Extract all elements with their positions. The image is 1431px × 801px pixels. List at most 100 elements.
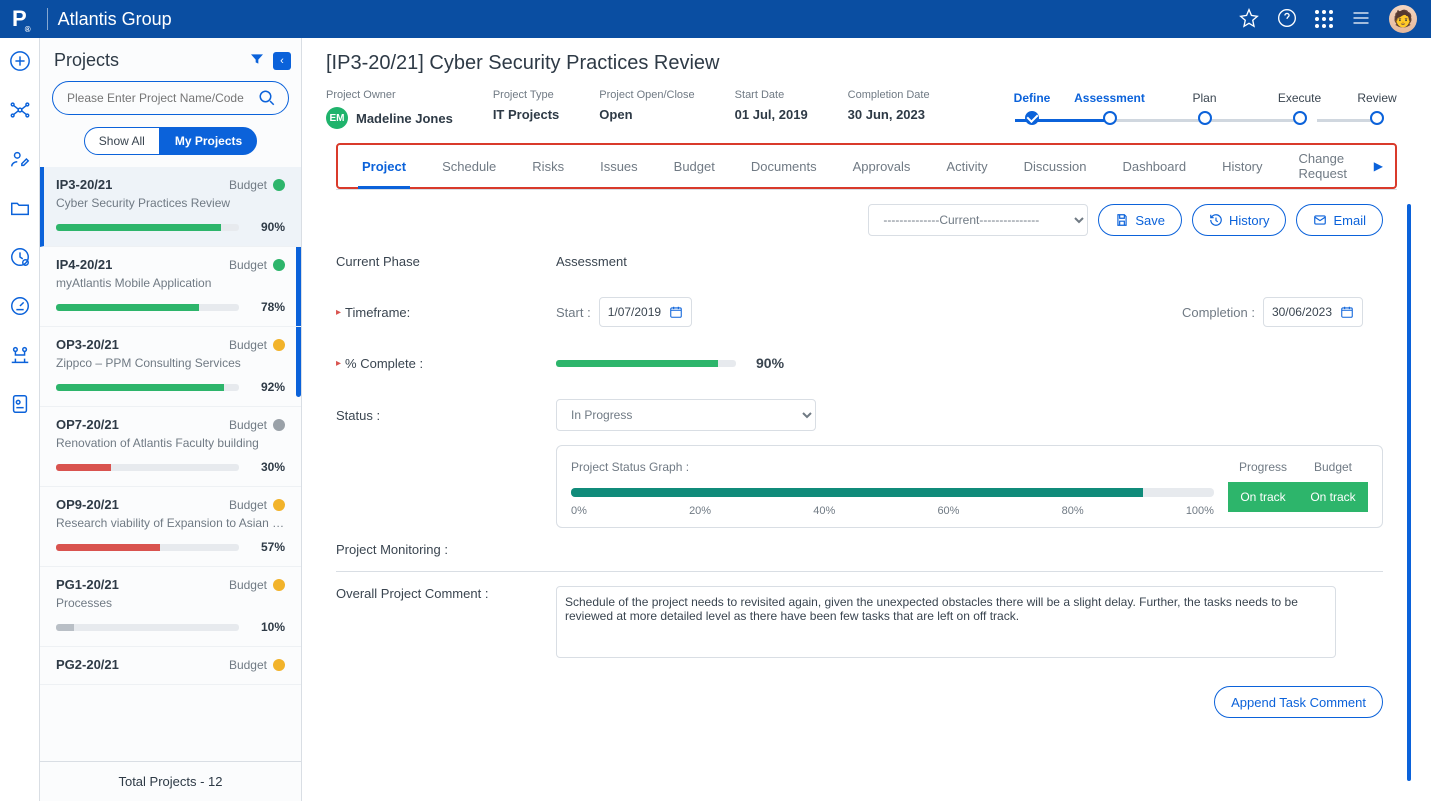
help-icon[interactable]	[1277, 8, 1297, 31]
budget-indicator: Budget	[229, 178, 285, 192]
status-label: Status :	[336, 408, 556, 423]
tenant-name: Atlantis Group	[58, 9, 172, 30]
tab-activity[interactable]: Activity	[928, 145, 1005, 187]
project-list-item[interactable]: OP3-20/21Budget Zippco – PPM Consulting …	[40, 327, 301, 407]
overall-comment-textarea[interactable]: Schedule of the project needs to revisit…	[556, 586, 1336, 658]
tab-dashboard[interactable]: Dashboard	[1104, 145, 1204, 187]
project-code: PG2-20/21	[56, 657, 119, 672]
sidebar: Projects ‹ Show All My Projects IP3-20/2…	[40, 38, 302, 801]
budget-indicator: Budget	[229, 498, 285, 512]
tab-change-request[interactable]: Change Request	[1281, 145, 1374, 187]
project-list-item[interactable]: OP9-20/21 Budget Research viability of Ex…	[40, 487, 301, 567]
tabs-scroll-right-icon[interactable]: ▶	[1374, 159, 1389, 173]
search-input[interactable]	[65, 90, 258, 106]
tab-approvals[interactable]: Approvals	[835, 145, 929, 187]
folder-icon[interactable]	[9, 197, 31, 222]
user-avatar[interactable]: 🧑	[1389, 5, 1417, 33]
tabs-highlight: ProjectScheduleRisksIssuesBudgetDocument…	[336, 143, 1397, 189]
status-graph: Project Status Graph : 0%20%40%60%80%100…	[556, 445, 1383, 528]
nav-rail	[0, 38, 40, 801]
project-monitoring-label: Project Monitoring :	[336, 542, 556, 557]
phase-stepper: DefineAssessmentPlanExecuteReview	[1002, 89, 1407, 125]
project-list-item[interactable]: PG2-20/21 Budget	[40, 647, 301, 685]
project-name: Processes	[56, 596, 285, 610]
progress-pct: 90%	[249, 220, 285, 234]
project-code: OP9-20/21	[56, 497, 119, 512]
doc-icon[interactable]	[9, 393, 31, 418]
project-list-item[interactable]: IP4-20/21Budget myAtlantis Mobile Applic…	[40, 247, 301, 327]
project-type: IT Projects	[493, 107, 559, 122]
tab-risks[interactable]: Risks	[514, 145, 582, 187]
project-list-item[interactable]: OP7-20/21Budget Renovation of Atlantis F…	[40, 407, 301, 487]
project-name: Research viability of Expansion to Asian…	[56, 516, 285, 530]
project-code: OP7-20/21	[56, 417, 119, 432]
org-icon[interactable]	[9, 344, 31, 369]
content-toolbar: --------------Current--------------- Sav…	[336, 204, 1383, 236]
owner-label: Project Owner	[326, 89, 453, 101]
progress-pct: 10%	[249, 620, 285, 634]
add-icon[interactable]	[9, 50, 31, 75]
tab-discussion[interactable]: Discussion	[1006, 145, 1105, 187]
clock-money-icon[interactable]	[9, 246, 31, 271]
main-panel: [IP3-20/21] Cyber Security Practices Rev…	[302, 38, 1431, 801]
menu-icon[interactable]	[1351, 8, 1371, 31]
progress-bar	[56, 224, 239, 231]
project-list-item[interactable]: IP3-20/21 Budget Cyber Security Practices…	[40, 167, 301, 247]
email-button[interactable]: Email	[1296, 204, 1383, 236]
progress-bar	[56, 624, 239, 631]
project-end-date: 30 Jun, 2023	[848, 107, 930, 122]
filter-icon[interactable]	[249, 51, 265, 70]
phase-step[interactable]: Review	[1347, 91, 1407, 125]
tab-issues[interactable]: Issues	[582, 145, 656, 187]
start-date-input[interactable]: 1/07/2019	[599, 297, 692, 327]
project-owner: EM Madeline Jones	[326, 107, 453, 129]
sidebar-title: Projects	[54, 50, 119, 71]
project-open-close: Open	[599, 107, 694, 122]
show-all-button[interactable]: Show All	[84, 127, 160, 155]
apps-icon[interactable]	[1315, 10, 1333, 28]
progress-bar	[56, 304, 239, 311]
tab-documents[interactable]: Documents	[733, 145, 835, 187]
save-icon	[1115, 213, 1129, 227]
version-select[interactable]: --------------Current---------------	[868, 204, 1088, 236]
sidebar-footer: Total Projects - 12	[40, 761, 301, 801]
completion-date-input[interactable]: 30/06/2023	[1263, 297, 1363, 327]
collapse-sidebar-button[interactable]: ‹	[273, 52, 291, 70]
budget-indicator: Budget	[229, 578, 285, 592]
gauge-icon[interactable]	[9, 295, 31, 320]
tab-history[interactable]: History	[1204, 145, 1280, 187]
progress-bar	[56, 464, 239, 471]
budget-indicator: Budget	[229, 658, 285, 672]
calendar-icon	[669, 305, 683, 319]
app-logo: P®	[8, 6, 37, 32]
pct-complete-bar	[556, 360, 736, 367]
star-icon[interactable]	[1239, 8, 1259, 31]
tab-project[interactable]: Project	[344, 145, 424, 187]
page-title: [IP3-20/21] Cyber Security Practices Rev…	[326, 52, 1407, 75]
user-edit-icon[interactable]	[9, 148, 31, 173]
history-button[interactable]: History	[1192, 204, 1286, 236]
network-icon[interactable]	[9, 99, 31, 124]
save-button[interactable]: Save	[1098, 204, 1182, 236]
project-name: myAtlantis Mobile Application	[56, 276, 285, 290]
append-task-comment-button[interactable]: Append Task Comment	[1214, 686, 1383, 718]
status-select[interactable]: In Progress	[556, 399, 816, 431]
project-start-date: 01 Jul, 2019	[735, 107, 808, 122]
status-graph-bar	[571, 488, 1214, 497]
project-code: IP4-20/21	[56, 257, 112, 272]
timeframe-label: Timeframe:	[345, 305, 410, 320]
progress-bar	[56, 544, 239, 551]
project-code: IP3-20/21	[56, 177, 112, 192]
project-search[interactable]	[52, 81, 289, 115]
project-name: Cyber Security Practices Review	[56, 196, 285, 210]
pct-complete-label: % Complete :	[345, 356, 423, 371]
progress-status-badge: On track	[1228, 482, 1298, 512]
current-phase-value: Assessment	[556, 254, 627, 269]
my-projects-button[interactable]: My Projects	[160, 127, 257, 155]
tab-budget[interactable]: Budget	[656, 145, 733, 187]
project-list-item[interactable]: PG1-20/21Budget Processes10%	[40, 567, 301, 647]
tab-schedule[interactable]: Schedule	[424, 145, 514, 187]
budget-indicator: Budget	[229, 338, 285, 352]
project-list: IP3-20/21 Budget Cyber Security Practices…	[40, 167, 301, 761]
calendar-icon	[1340, 305, 1354, 319]
